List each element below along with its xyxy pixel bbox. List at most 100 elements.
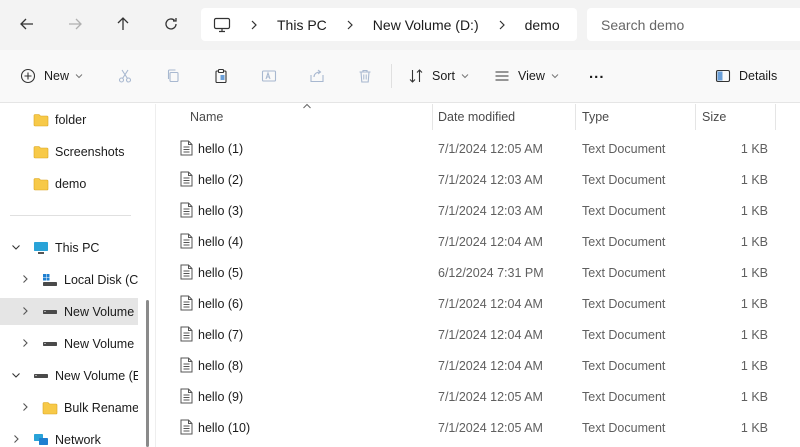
more-options-button[interactable]: ... — [589, 60, 605, 86]
breadcrumb-item-demo[interactable]: demo — [525, 17, 560, 33]
table-row[interactable]: hello (1) 7/1/2024 12:05 AM Text Document 1… — [170, 133, 794, 164]
up-button[interactable] — [108, 9, 138, 39]
column-divider[interactable] — [432, 104, 433, 130]
sidebar-item-local-disk-c[interactable]: Local Disk (C:) — [0, 266, 138, 293]
forward-arrow-icon — [69, 18, 82, 30]
file-size: 1 KB — [740, 141, 768, 156]
column-header-size[interactable]: Size — [702, 104, 726, 130]
back-button[interactable] — [12, 9, 42, 39]
sidebar-item-new-volume-d-2[interactable]: New Volume (D:) — [0, 330, 138, 357]
list-view-icon — [495, 71, 509, 81]
file-name: hello (6) — [198, 296, 244, 311]
column-header-name[interactable]: Name — [190, 104, 223, 130]
sidebar-item-label: New Volume (E:) — [55, 368, 138, 383]
rename-button[interactable] — [261, 63, 277, 89]
delete-button[interactable] — [357, 63, 373, 89]
breadcrumb-item-volume[interactable]: New Volume (D:) — [373, 17, 479, 33]
sidebar-divider — [10, 215, 131, 216]
command-bar: New Sort View ... Details — [0, 50, 800, 103]
column-header-type[interactable]: Type — [582, 104, 609, 130]
share-button[interactable] — [309, 63, 325, 89]
chevron-right-icon — [14, 435, 19, 443]
file-name: hello (5) — [198, 265, 244, 280]
details-button[interactable]: Details — [715, 63, 777, 89]
network-icon — [33, 432, 49, 447]
file-size: 1 KB — [740, 203, 768, 218]
back-arrow-icon — [20, 18, 33, 30]
text-document-icon — [180, 295, 193, 311]
sidebar-item-bulk-rename[interactable]: Bulk Rename Utility — [0, 394, 138, 421]
file-type: Text Document — [582, 172, 666, 187]
column-header-date[interactable]: Date modified — [438, 104, 515, 130]
navigation-pane: folder Screenshots demo This PC Local Di… — [0, 104, 149, 447]
sort-button[interactable]: Sort — [408, 63, 469, 89]
table-row[interactable]: hello (7) 7/1/2024 12:04 AM Text Document 1… — [170, 319, 794, 350]
search-box[interactable]: Search demo — [587, 8, 800, 41]
table-row[interactable]: hello (4) 7/1/2024 12:04 AM Text Document 1… — [170, 226, 794, 257]
table-row[interactable]: hello (9) 7/1/2024 12:05 AM Text Document 1… — [170, 381, 794, 412]
sidebar-item-new-volume-e[interactable]: New Volume (E:) — [0, 362, 138, 389]
table-row[interactable]: hello (3) 7/1/2024 12:03 AM Text Document 1… — [170, 195, 794, 226]
file-type: Text Document — [582, 234, 666, 249]
column-divider[interactable] — [575, 104, 576, 130]
drive-icon — [42, 336, 58, 352]
chevron-right-icon — [493, 20, 511, 30]
trash-icon — [359, 69, 371, 83]
file-date-modified: 7/1/2024 12:04 AM — [438, 296, 543, 311]
column-divider[interactable] — [695, 104, 696, 130]
table-row[interactable]: hello (5) 6/12/2024 7:31 PM Text Document 1… — [170, 257, 794, 288]
sidebar-scrollbar[interactable] — [146, 300, 149, 447]
drive-icon — [33, 368, 49, 384]
refresh-button[interactable] — [156, 9, 186, 39]
rename-icon — [261, 70, 277, 82]
table-row[interactable]: hello (2) 7/1/2024 12:03 AM Text Document 1… — [170, 164, 794, 195]
forward-button[interactable] — [60, 9, 90, 39]
table-row[interactable]: hello (10) 7/1/2024 12:05 AM Text Document… — [170, 412, 794, 443]
breadcrumb[interactable]: This PC New Volume (D:) demo — [201, 8, 577, 41]
chevron-right-icon — [23, 339, 28, 347]
file-type: Text Document — [582, 265, 666, 280]
chevron-right-icon — [23, 275, 28, 283]
chevron-right-icon — [23, 307, 28, 315]
sidebar-item-label: New Volume (D:) — [64, 304, 138, 319]
plus-circle-icon — [20, 68, 36, 84]
file-name: hello (10) — [198, 420, 251, 435]
text-document-icon — [180, 264, 193, 280]
file-name: hello (1) — [198, 141, 244, 156]
sidebar-item-demo[interactable]: demo — [0, 170, 138, 197]
column-divider[interactable] — [775, 104, 776, 130]
sidebar-item-label: demo — [55, 176, 87, 191]
file-type: Text Document — [582, 296, 666, 311]
share-icon — [310, 69, 324, 83]
view-button[interactable]: View — [494, 63, 559, 89]
scissors-icon — [118, 69, 132, 83]
breadcrumb-item-this-pc[interactable]: This PC — [277, 17, 327, 33]
chevron-right-icon — [245, 20, 263, 30]
sidebar-item-label: folder — [55, 112, 87, 127]
sidebar-item-network[interactable]: Network — [0, 426, 138, 447]
sort-ascending-icon — [303, 103, 311, 109]
copy-icon — [167, 69, 179, 83]
refresh-icon — [165, 18, 177, 30]
sidebar-item-screenshots[interactable]: Screenshots — [0, 138, 138, 165]
search-placeholder: Search demo — [601, 16, 685, 33]
sidebar-item-new-volume-d[interactable]: New Volume (D:) — [0, 298, 138, 325]
table-row[interactable]: hello (6) 7/1/2024 12:04 AM Text Document 1… — [170, 288, 794, 319]
cut-button[interactable] — [117, 63, 133, 89]
paste-button[interactable] — [213, 63, 229, 89]
file-date-modified: 7/1/2024 12:05 AM — [438, 141, 543, 156]
text-document-icon — [180, 171, 193, 187]
file-size: 1 KB — [740, 172, 768, 187]
file-type: Text Document — [582, 327, 666, 342]
sidebar-item-folder[interactable]: folder — [0, 106, 138, 133]
file-size: 1 KB — [740, 234, 768, 249]
new-button[interactable]: New — [20, 63, 83, 89]
table-row[interactable]: hello (8) 7/1/2024 12:04 AM Text Document 1… — [170, 350, 794, 381]
copy-button[interactable] — [165, 63, 181, 89]
sidebar-item-this-pc[interactable]: This PC — [0, 234, 138, 261]
file-type: Text Document — [582, 420, 666, 435]
file-name: hello (7) — [198, 327, 244, 342]
sidebar-item-label: Local Disk (C:) — [64, 272, 138, 287]
details-pane-icon — [715, 69, 731, 83]
clipboard-icon — [215, 68, 227, 84]
